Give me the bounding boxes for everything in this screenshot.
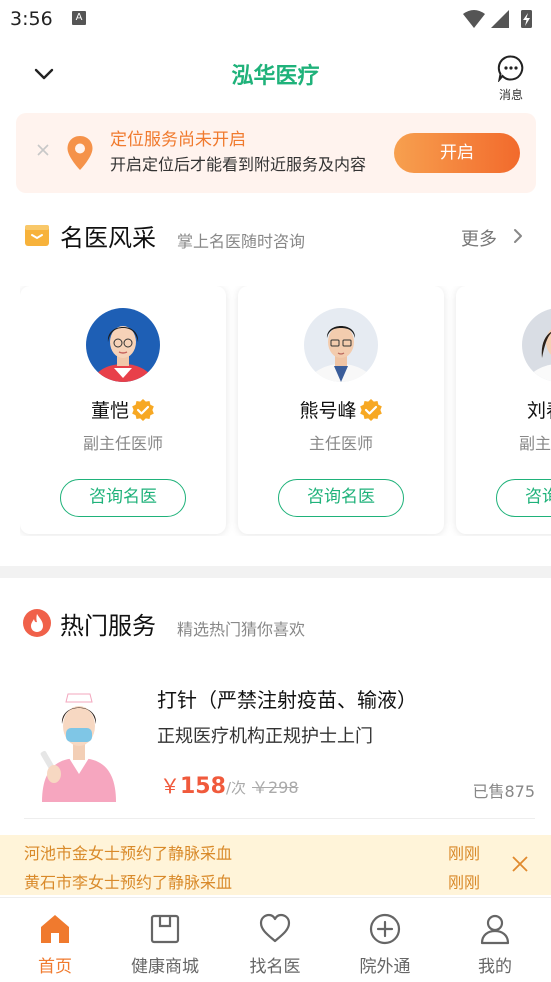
- chat-bubble-icon: [497, 55, 524, 83]
- doctor-avatar: [304, 308, 378, 382]
- sold-count: 已售875: [472, 782, 535, 801]
- doctors-section-subtitle: 掌上名医随时咨询: [177, 232, 306, 251]
- doctor-carousel[interactable]: 董恺 副主任医师 咨询名医 熊号峰 主任医师 咨询名医 刘 副主 咨询: [20, 286, 551, 536]
- tab-outpatient[interactable]: 院外通: [330, 898, 440, 982]
- notice-text: 河池市金女士预约了静脉采血: [24, 844, 233, 863]
- tab-shop[interactable]: 健康商城: [110, 898, 220, 982]
- status-bar: 3:56 A: [0, 0, 551, 40]
- shop-icon: [150, 914, 180, 944]
- doctor-card[interactable]: 熊号峰 主任医师 咨询名医: [238, 286, 444, 534]
- original-price: ￥298: [252, 778, 299, 797]
- notice-time: 刚刚: [448, 844, 481, 863]
- doctor-card[interactable]: 刘春 副主任医师 咨询名医: [456, 286, 551, 534]
- tab-label: 院外通: [359, 957, 411, 977]
- folder-icon: [25, 225, 49, 246]
- price-currency: ￥: [160, 774, 180, 798]
- services-section-subtitle: 精选热门猜你喜欢: [177, 620, 306, 639]
- user-icon: [480, 914, 510, 945]
- tab-profile[interactable]: 我的: [440, 898, 550, 982]
- tab-home[interactable]: 首页: [0, 898, 110, 982]
- location-pin-icon: [67, 136, 93, 170]
- fire-icon: [23, 609, 51, 637]
- chevron-right-icon[interactable]: [511, 228, 525, 244]
- service-title: 打针（严禁注射疫苗、输液）: [157, 688, 417, 712]
- bottom-tab-bar: 首页 健康商城 找名医 院外通 我的: [0, 897, 551, 981]
- location-banner: 定位服务尚未开启 开启定位后才能看到附近服务及内容 开启: [16, 113, 536, 193]
- more-link[interactable]: 更多: [461, 225, 497, 251]
- notification-a-icon: A: [72, 11, 86, 25]
- consult-doctor-button[interactable]: 咨询名医: [60, 479, 186, 517]
- doctor-card[interactable]: 董恺 副主任医师 咨询名医: [20, 286, 226, 534]
- verified-badge-icon: [132, 398, 154, 421]
- verified-badge-icon: [359, 398, 382, 421]
- doctors-section-title: 名医风采: [60, 224, 156, 252]
- top-bar: 泓华医疗 消息: [0, 48, 551, 104]
- tab-label: 我的: [478, 957, 512, 977]
- doctor-name: 董恺: [90, 400, 129, 422]
- tab-find-doctor[interactable]: 找名医: [220, 898, 330, 982]
- doctor-name: 熊号峰: [299, 400, 357, 422]
- services-section-header: 热门服务 精选热门猜你喜欢: [0, 604, 551, 644]
- price-value: 158: [180, 774, 226, 799]
- status-time: 3:56: [10, 8, 53, 30]
- services-section-title: 热门服务: [60, 612, 156, 640]
- doctor-avatar: [522, 308, 551, 382]
- tab-label: 找名医: [249, 957, 301, 977]
- doctor-name: 刘春: [526, 400, 551, 422]
- price-unit: /次: [225, 779, 246, 797]
- section-divider: [0, 566, 551, 578]
- item-separator: [24, 818, 535, 819]
- service-item[interactable]: 打针（严禁注射疫苗、输液） 正规医疗机构正规护士上门 ￥158/次 ￥298 已售…: [0, 680, 551, 820]
- doctor-title: 副主任医师: [518, 434, 551, 453]
- consult-doctor-button[interactable]: 咨询名医: [278, 479, 404, 517]
- booking-notice-bar: 河池市金女士预约了静脉采血 刚刚 黄石市李女士预约了静脉采血 刚刚: [0, 835, 551, 895]
- heart-icon: [259, 913, 291, 943]
- enable-location-button[interactable]: 开启: [394, 133, 520, 173]
- message-button[interactable]: 消息: [495, 54, 527, 102]
- nurse-image: [24, 684, 134, 802]
- service-description: 正规医疗机构正规护士上门: [157, 726, 373, 747]
- location-banner-description: 开启定位后才能看到附近服务及内容: [110, 155, 367, 174]
- tab-label: 首页: [38, 957, 72, 977]
- plus-circle-icon: [369, 913, 401, 945]
- system-status-icons: [463, 10, 532, 28]
- service-price: ￥158/次 ￥298: [160, 770, 299, 799]
- doctor-avatar: [86, 308, 160, 382]
- doctor-title: 主任医师: [308, 434, 373, 453]
- message-label: 消息: [498, 88, 523, 102]
- doctors-section-header: 名医风采 掌上名医随时咨询 更多: [0, 216, 551, 256]
- notice-text: 黄石市李女士预约了静脉采血: [24, 873, 233, 892]
- doctor-title: 副主任医师: [82, 434, 163, 453]
- home-icon: [41, 915, 69, 943]
- app-title: 泓华医疗: [231, 64, 320, 89]
- consult-doctor-button[interactable]: 咨询名医: [496, 479, 551, 517]
- notice-time: 刚刚: [448, 873, 481, 892]
- close-icon[interactable]: [511, 855, 529, 873]
- tab-label: 健康商城: [131, 957, 199, 977]
- close-icon[interactable]: [34, 141, 52, 159]
- location-banner-title: 定位服务尚未开启: [110, 130, 246, 150]
